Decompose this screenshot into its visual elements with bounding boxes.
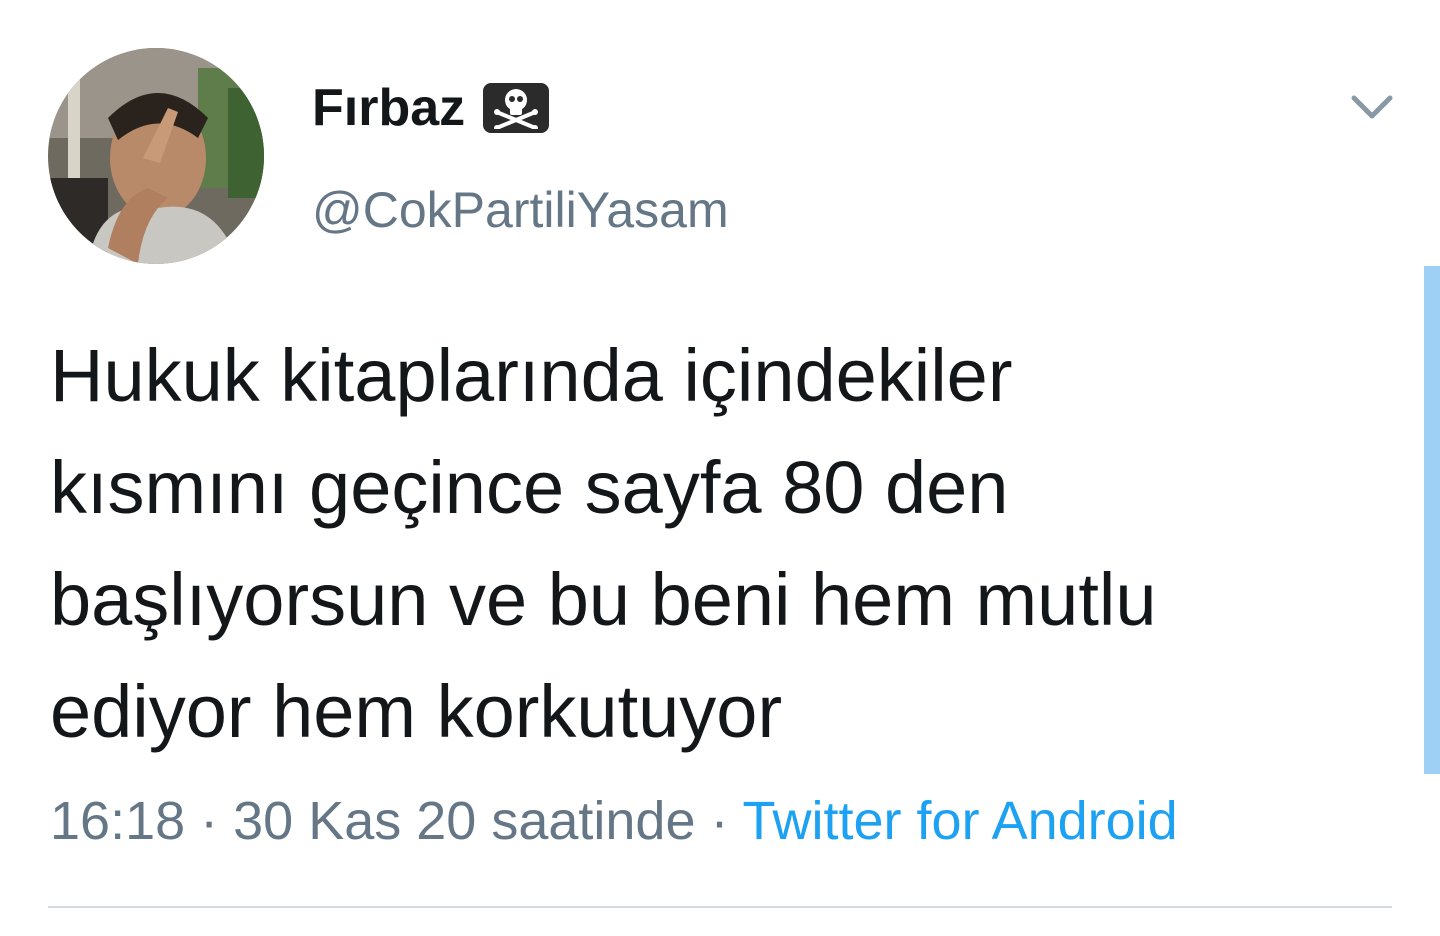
meta-separator: · xyxy=(695,791,743,851)
tweet-line: ediyor hem korkutuyor xyxy=(50,670,783,753)
skull-crossbones-icon xyxy=(483,83,550,133)
tweet-line: Hukuk kitaplarında içindekiler xyxy=(50,334,1013,417)
display-name-text: Fırbaz xyxy=(312,79,466,137)
tweet-source-link[interactable]: Twitter for Android xyxy=(743,791,1178,851)
tweet-date[interactable]: 30 Kas 20 saatinde xyxy=(233,791,695,851)
tweet-meta: 16:18 · 30 Kas 20 saatinde · Twitter for… xyxy=(50,786,1178,856)
tweet-line: başlıyorsun ve bu beni hem mutlu xyxy=(50,558,1157,641)
display-name[interactable]: Fırbaz xyxy=(312,76,550,140)
meta-separator: · xyxy=(185,791,234,851)
tweet-line: kısmını geçince sayfa 80 den xyxy=(50,446,1009,529)
divider xyxy=(48,906,1392,908)
avatar[interactable] xyxy=(48,48,264,264)
tweet-text: Hukuk kitaplarında içindekiler kısmını g… xyxy=(50,320,1390,768)
user-handle[interactable]: @CokPartiliYasam xyxy=(312,180,729,240)
scrollbar[interactable] xyxy=(1424,266,1440,774)
avatar-photo xyxy=(48,48,264,264)
tweet-time[interactable]: 16:18 xyxy=(50,791,185,851)
chevron-down-icon[interactable] xyxy=(1348,88,1396,124)
